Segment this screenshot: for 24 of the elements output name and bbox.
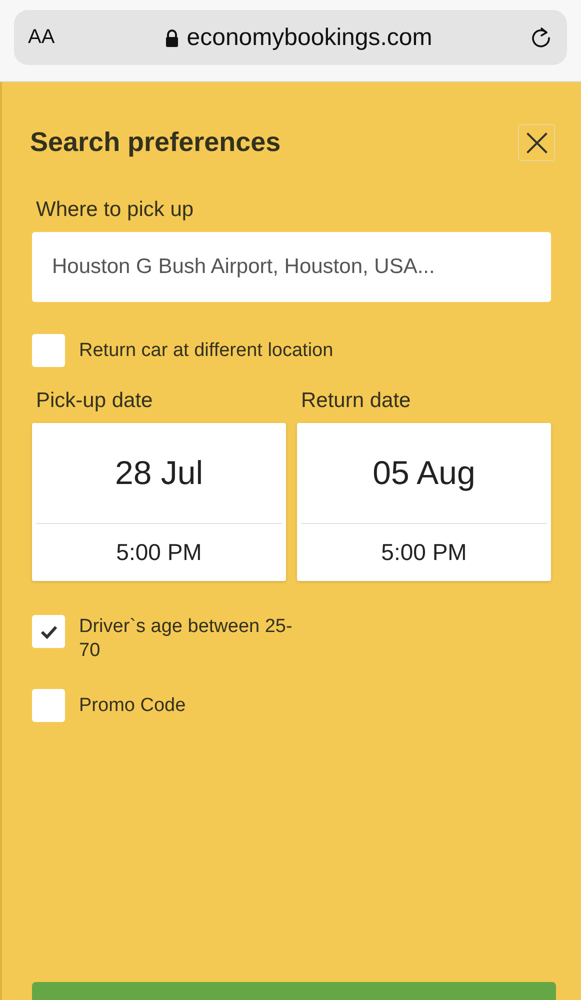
pickup-location-field[interactable]: Houston G Bush Airport, Houston, USA... [32, 232, 551, 302]
reload-icon[interactable] [529, 26, 553, 50]
checkbox-label: Promo Code [79, 694, 186, 718]
checkbox[interactable] [32, 334, 65, 367]
field-label: Where to pick up [36, 198, 195, 222]
lock-icon [164, 28, 179, 46]
checkbox-label: Return car at different location [79, 340, 334, 362]
close-button[interactable] [518, 124, 555, 161]
checkbox[interactable] [32, 615, 65, 648]
date-label: Return date [301, 389, 412, 413]
checkbox[interactable] [32, 689, 65, 722]
date-text: 28 Jul [114, 453, 204, 493]
date-card[interactable]: 28 Jul 5:00 PM [32, 423, 286, 581]
checkbox-label: Driver`s age between 25-70 [79, 615, 294, 663]
url-text: economybookings.com [186, 24, 432, 52]
time-text: 5:00 PM [116, 538, 202, 567]
date-card[interactable]: 05 Aug 5:00 PM [297, 423, 551, 581]
date-label: Pick-up date [36, 389, 154, 413]
date-text: 05 Aug [372, 453, 476, 493]
panel-title: Search preferences [30, 127, 281, 158]
text-size-button[interactable]: AA [28, 26, 68, 49]
address-bar[interactable]: AA economybookings.com [14, 10, 567, 65]
time-text: 5:00 PM [381, 538, 467, 567]
close-icon [524, 130, 550, 156]
